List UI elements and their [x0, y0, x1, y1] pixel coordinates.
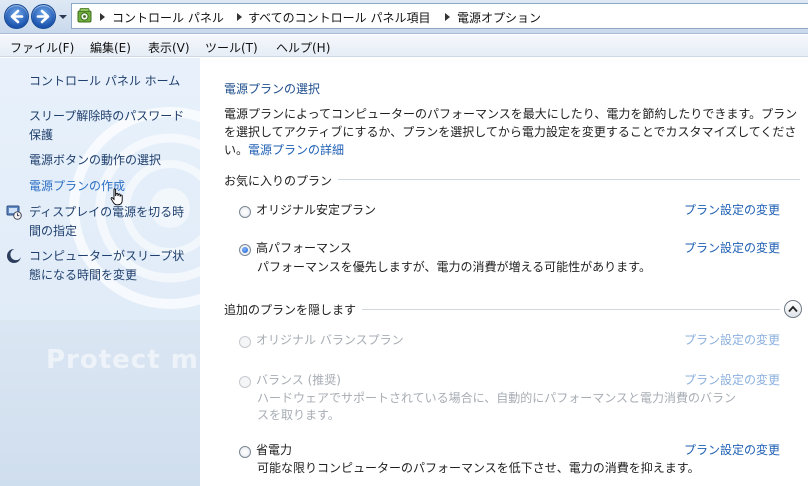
sleep-moon-icon	[7, 248, 22, 263]
description-text: い。	[224, 143, 249, 157]
plan-name-high-performance[interactable]: 高パフォーマンス	[256, 239, 352, 256]
plan-radio-original-stable[interactable]	[239, 206, 251, 218]
plan-name-original-balanced[interactable]: オリジナル バランスプラン	[256, 331, 404, 348]
change-plan-settings-link[interactable]: プラン設定の変更	[684, 331, 780, 348]
arrow-left-icon	[10, 9, 24, 24]
breadcrumb-separator-icon[interactable]	[100, 13, 105, 21]
control-panel-icon	[77, 8, 92, 23]
watermark-text: Protect m	[46, 345, 199, 375]
back-button[interactable]	[4, 4, 29, 29]
change-plan-settings-link[interactable]: プラン設定の変更	[684, 239, 780, 256]
power-plan-details-link[interactable]: 電源プランの詳細	[248, 143, 344, 157]
chevron-up-icon	[788, 305, 798, 313]
breadcrumb-all-items[interactable]: すべてのコントロール パネル項目	[248, 9, 431, 26]
description-line: を選択してアクティブにするか、プランを選択してから電力設定を変更することでカスタ…	[224, 125, 797, 139]
sidebar-link-wake-password-2[interactable]: 保護	[29, 126, 53, 145]
breadcrumb-power-options[interactable]: 電源オプション	[457, 9, 541, 26]
menu-bar: ファイル(F) 編集(E) 表示(V) ツール(T) ヘルプ(H)	[0, 35, 808, 57]
change-plan-settings-link[interactable]: プラン設定の変更	[684, 201, 780, 218]
forward-button[interactable]	[31, 4, 56, 29]
plan-radio-balanced[interactable]	[239, 376, 251, 388]
sidebar-link-sleep-time-2[interactable]: 態になる時間を変更	[29, 266, 137, 285]
page-title: 電源プランの選択	[224, 82, 321, 96]
breadcrumb[interactable]: コントロール パネル すべてのコントロール パネル項目 電源オプション	[71, 3, 808, 29]
sidebar-link-wake-password[interactable]: スリープ解除時のパスワード	[29, 107, 184, 126]
change-plan-settings-link[interactable]: プラン設定の変更	[684, 371, 780, 388]
description-line: い。電源プランの詳細	[224, 141, 804, 159]
page-description: 電源プランによってコンピューターのパフォーマンスを最大にしたり、電力を節約したり…	[224, 105, 804, 159]
sidebar-link-display-off[interactable]: ディスプレイの電源を切る時	[29, 203, 184, 222]
breadcrumb-separator-icon[interactable]	[237, 13, 242, 21]
change-plan-settings-link[interactable]: プラン設定の変更	[684, 441, 780, 458]
plan-desc-power-saver: 可能な限りコンピューターのパフォーマンスを低下させ、電力の消費を抑えます。	[257, 461, 700, 475]
recent-pages-dropdown-icon[interactable]	[58, 13, 68, 21]
menu-help[interactable]: ヘルプ(H)	[276, 39, 330, 56]
plan-name-balanced[interactable]: バランス (推奨)	[256, 371, 341, 388]
plan-desc-balanced: ハードウェアでサポートされている場合に、自動的にパフォーマンスと電力消費のバラン	[257, 391, 737, 405]
hand-cursor-icon	[110, 188, 123, 206]
sidebar-home-link[interactable]: コントロール パネル ホーム	[29, 72, 180, 91]
plan-radio-original-balanced[interactable]	[239, 336, 251, 348]
plan-name-original-stable[interactable]: オリジナル安定プラン	[256, 201, 376, 218]
favorites-section-title: お気に入りのプラン	[224, 172, 339, 189]
address-bar: コントロール パネル すべてのコントロール パネル項目 電源オプション	[0, 0, 808, 34]
breadcrumb-separator-icon[interactable]	[445, 13, 450, 21]
breadcrumb-control-panel[interactable]: コントロール パネル	[112, 9, 224, 26]
sidebar-link-power-buttons[interactable]: 電源ボタンの動作の選択	[29, 151, 161, 170]
plan-radio-high-performance[interactable]	[239, 244, 251, 256]
description-line: 電源プランによってコンピューターのパフォーマンスを最大にしたり、電力を節約したり…	[224, 107, 798, 121]
menu-file[interactable]: ファイル(F)	[10, 39, 74, 56]
main-content: 電源プランの選択 電源プランによってコンピューターのパフォーマンスを最大にしたり…	[200, 58, 808, 486]
plan-desc-high-performance: パフォーマンスを優先しますが、電力の消費が増える可能性があります。	[257, 260, 651, 274]
plan-radio-power-saver[interactable]	[239, 446, 251, 458]
sidebar-link-sleep-time[interactable]: コンピューターがスリープ状	[29, 247, 184, 266]
plan-name-power-saver[interactable]: 省電力	[256, 441, 292, 458]
menu-tools[interactable]: ツール(T)	[205, 39, 258, 56]
arrow-right-icon	[36, 9, 50, 24]
task-pane: Protect m コントロール パネル ホーム スリープ解除時のパスワード 保…	[0, 58, 200, 486]
display-timer-icon	[6, 205, 22, 220]
menu-view[interactable]: 表示(V)	[148, 39, 190, 56]
collapse-plans-button[interactable]	[784, 300, 802, 318]
menu-edit[interactable]: 編集(E)	[90, 39, 131, 56]
hidden-plans-section-title: 追加のプランを隠します	[224, 301, 363, 318]
plan-desc-balanced-2: スを取ります。	[257, 408, 340, 422]
sidebar-link-display-off-2[interactable]: 間の指定	[29, 222, 77, 241]
